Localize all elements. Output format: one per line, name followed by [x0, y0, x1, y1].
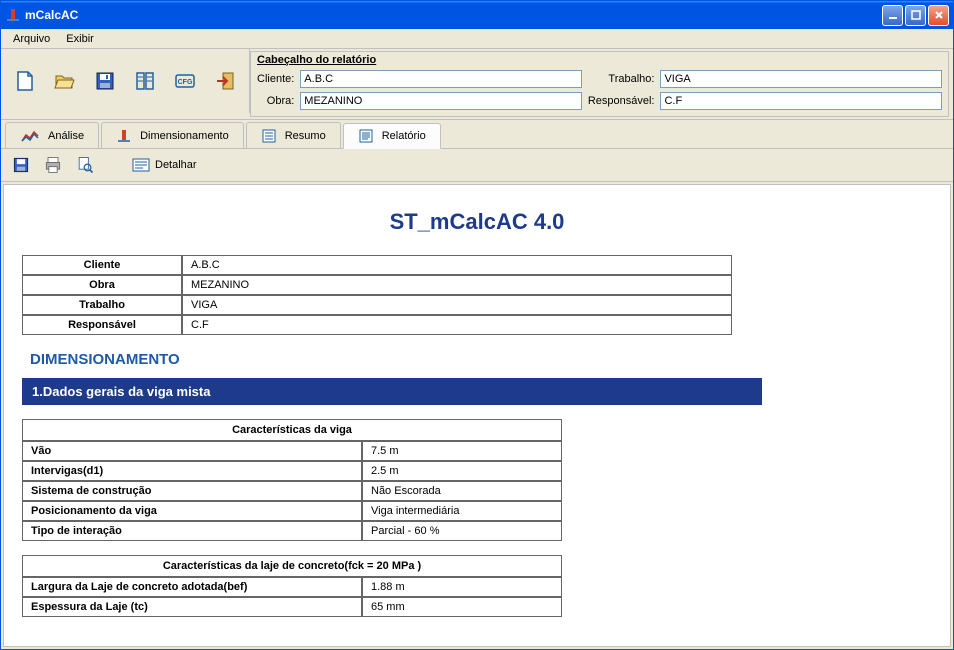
maximize-button[interactable] — [905, 5, 926, 26]
report-save-button[interactable] — [9, 153, 33, 177]
menu-arquivo[interactable]: Arquivo — [5, 31, 58, 47]
row-label: Vão — [22, 441, 362, 461]
table-row: Tipo de interaçãoParcial - 60 % — [22, 521, 562, 541]
detalhar-button[interactable]: Detalhar — [125, 155, 203, 175]
info-row: TrabalhoVIGA — [22, 295, 732, 315]
row-value: 7.5 m — [362, 441, 562, 461]
window-controls — [882, 5, 949, 26]
tab-relatorio-label: Relatório — [382, 130, 426, 142]
table-row: Sistema de construçãoNão Escorada — [22, 481, 562, 501]
window-title: mCalcAC — [25, 8, 882, 22]
minimize-button[interactable] — [882, 5, 903, 26]
info-value: MEZANINO — [182, 275, 732, 295]
row-value: Viga intermediária — [362, 501, 562, 521]
info-row: ClienteA.B.C — [22, 255, 732, 275]
profiles-button[interactable] — [129, 65, 161, 97]
row-label: Sistema de construção — [22, 481, 362, 501]
detalhar-label: Detalhar — [155, 159, 197, 171]
cfg-button[interactable]: CFG — [169, 65, 201, 97]
cliente-label: Cliente: — [257, 73, 294, 85]
analise-icon — [20, 129, 40, 143]
tab-dimensionamento-label: Dimensionamento — [140, 130, 229, 142]
row-value: Não Escorada — [362, 481, 562, 501]
report-toolbar: Detalhar — [1, 149, 953, 182]
header-group-title: Cabeçalho do relatório — [257, 54, 942, 66]
print-button[interactable] — [41, 153, 65, 177]
info-value: C.F — [182, 315, 732, 335]
tab-resumo[interactable]: Resumo — [246, 122, 341, 148]
table-row: Intervigas(d1)2.5 m — [22, 461, 562, 481]
tab-resumo-label: Resumo — [285, 130, 326, 142]
app-window: mCalcAC Arquivo Exibir CFG — [0, 0, 954, 650]
open-button[interactable] — [49, 65, 81, 97]
tab-analise-label: Análise — [48, 130, 84, 142]
row-value: 1.88 m — [362, 577, 562, 597]
menu-exibir[interactable]: Exibir — [58, 31, 102, 47]
row-value: 65 mm — [362, 597, 562, 617]
row-label: Intervigas(d1) — [22, 461, 362, 481]
relatorio-icon — [358, 128, 374, 144]
exit-button[interactable] — [209, 65, 241, 97]
table-row: Espessura da Laje (tc)65 mm — [22, 597, 562, 617]
titlebar: mCalcAC — [1, 1, 953, 29]
row-label: Posicionamento da viga — [22, 501, 362, 521]
trabalho-label: Trabalho: — [588, 73, 655, 85]
row-value: 2.5 m — [362, 461, 562, 481]
table-row: Largura da Laje de concreto adotada(bef)… — [22, 577, 562, 597]
dimensionamento-icon — [116, 128, 132, 144]
info-row: ResponsávelC.F — [22, 315, 732, 335]
info-value: A.B.C — [182, 255, 732, 275]
section-dimensionamento: DIMENSIONAMENTO — [30, 351, 932, 368]
app-icon — [5, 7, 21, 23]
row-value: Parcial - 60 % — [362, 521, 562, 541]
table-laje: Características da laje de concreto(fck … — [22, 555, 562, 617]
cliente-input[interactable] — [300, 70, 582, 88]
row-label: Espessura da Laje (tc) — [22, 597, 362, 617]
tab-analise[interactable]: Análise — [5, 122, 99, 148]
report-header-group: Cabeçalho do relatório Cliente: Trabalho… — [250, 51, 949, 117]
detalhar-icon — [131, 157, 151, 173]
svg-text:CFG: CFG — [178, 79, 193, 86]
resumo-icon — [261, 128, 277, 144]
close-button[interactable] — [928, 5, 949, 26]
table-heading: Características da laje de concreto(fck … — [22, 555, 562, 577]
responsavel-label: Responsável: — [588, 95, 655, 107]
row-label: Largura da Laje de concreto adotada(bef) — [22, 577, 362, 597]
table-viga: Características da viga Vão7.5 m Intervi… — [22, 419, 562, 541]
section-1-bar: 1.Dados gerais da viga mista — [22, 378, 762, 405]
info-label: Trabalho — [22, 295, 182, 315]
responsavel-input[interactable] — [660, 92, 942, 110]
tab-dimensionamento[interactable]: Dimensionamento — [101, 122, 244, 148]
info-value: VIGA — [182, 295, 732, 315]
tabbar: Análise Dimensionamento Resumo Relatório — [1, 120, 953, 149]
info-row: ObraMEZANINO — [22, 275, 732, 295]
main-toolbar-row: CFG Cabeçalho do relatório Cliente: Trab… — [1, 49, 953, 120]
info-label: Obra — [22, 275, 182, 295]
report-area: ST_mCalcAC 4.0 ClienteA.B.C ObraMEZANINO… — [3, 184, 951, 647]
obra-label: Obra: — [257, 95, 294, 107]
table-heading: Características da viga — [22, 419, 562, 441]
row-label: Tipo de interação — [22, 521, 362, 541]
new-button[interactable] — [9, 65, 41, 97]
info-label: Cliente — [22, 255, 182, 275]
info-label: Responsável — [22, 315, 182, 335]
tab-relatorio[interactable]: Relatório — [343, 123, 441, 149]
preview-button[interactable] — [73, 153, 97, 177]
info-table: ClienteA.B.C ObraMEZANINO TrabalhoVIGA R… — [22, 255, 732, 335]
table-row: Posicionamento da vigaViga intermediária — [22, 501, 562, 521]
main-toolbar: CFG — [1, 49, 250, 113]
report-title: ST_mCalcAC 4.0 — [22, 209, 932, 235]
report-scroll[interactable]: ST_mCalcAC 4.0 ClienteA.B.C ObraMEZANINO… — [4, 185, 950, 646]
obra-input[interactable] — [300, 92, 582, 110]
save-button[interactable] — [89, 65, 121, 97]
table-row: Vão7.5 m — [22, 441, 562, 461]
trabalho-input[interactable] — [660, 70, 942, 88]
menubar: Arquivo Exibir — [1, 29, 953, 49]
